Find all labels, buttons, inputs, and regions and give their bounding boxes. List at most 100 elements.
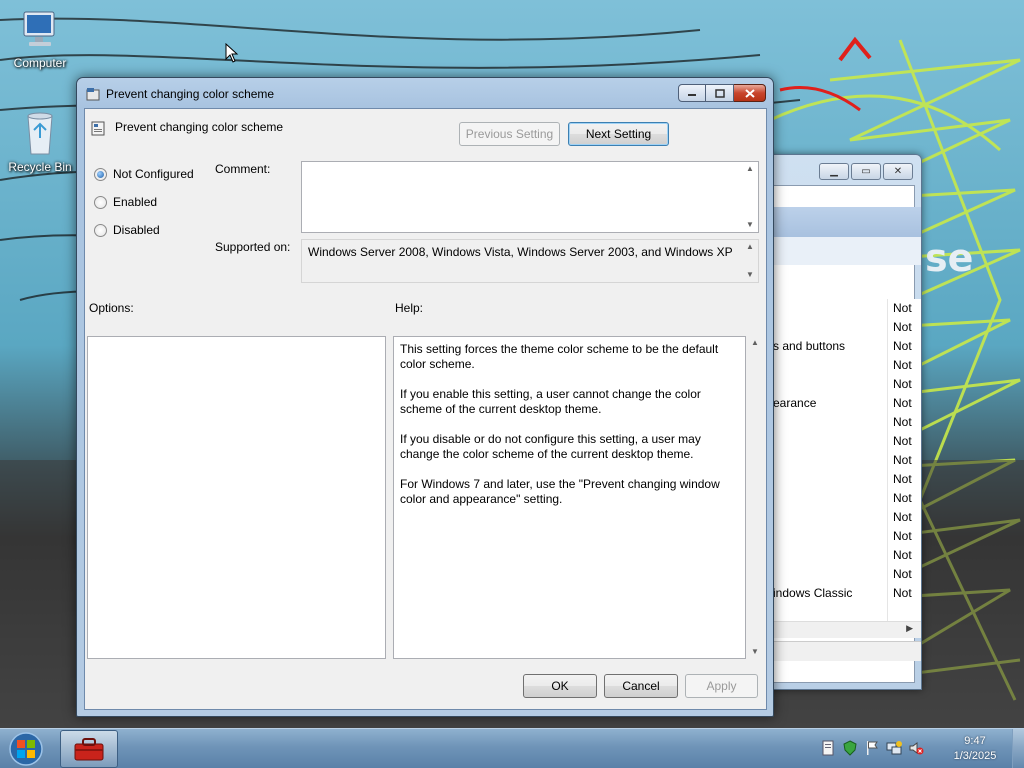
help-paragraph: For Windows 7 and later, use the "Preven… bbox=[400, 477, 720, 506]
ok-button[interactable]: OK bbox=[523, 674, 597, 698]
list-item[interactable]: s and buttons Not bbox=[767, 337, 921, 356]
radio-disabled[interactable]: Disabled bbox=[94, 223, 160, 237]
help-text: This setting forces the theme color sche… bbox=[400, 342, 737, 522]
list-item[interactable]: Not bbox=[767, 356, 921, 375]
radio-label: Not Configured bbox=[113, 167, 194, 181]
clock-time: 9:47 bbox=[964, 735, 986, 747]
list-item[interactable]: Not bbox=[767, 375, 921, 394]
list-item-name: indows Classic bbox=[773, 586, 853, 600]
maximize-button[interactable]: ▭ bbox=[851, 163, 881, 180]
policy-icon bbox=[86, 88, 100, 101]
list-item-state: Not bbox=[893, 548, 912, 562]
close-button[interactable] bbox=[734, 84, 766, 102]
list-item[interactable]: earance Not bbox=[767, 394, 921, 413]
supported-scrollbar[interactable]: ▲ ▼ bbox=[742, 240, 758, 282]
title-bar[interactable]: Prevent changing color scheme bbox=[77, 78, 773, 108]
supported-on-field: Windows Server 2008, Windows Vista, Wind… bbox=[301, 239, 759, 283]
wallpaper-text: se bbox=[925, 236, 974, 280]
document-icon[interactable] bbox=[820, 740, 836, 756]
list-item[interactable]: Not bbox=[767, 318, 921, 337]
list-item-name: s and buttons bbox=[773, 339, 846, 353]
supported-on-label: Supported on: bbox=[215, 240, 291, 254]
scroll-down-icon[interactable]: ▼ bbox=[742, 268, 758, 282]
previous-setting-button[interactable]: Previous Setting bbox=[459, 122, 560, 146]
background-window[interactable]: ▁ ▭ ✕ Not Not s and buttons Not Not Not earanc… bbox=[760, 154, 922, 690]
list-item-state: Not bbox=[893, 586, 912, 600]
help-scrollbar[interactable]: ▲ ▼ bbox=[747, 336, 763, 659]
next-setting-button[interactable]: Next Setting bbox=[568, 122, 669, 146]
flag-icon[interactable] bbox=[864, 740, 880, 756]
list-item[interactable]: Not bbox=[767, 451, 921, 470]
radio-enabled[interactable]: Enabled bbox=[94, 195, 157, 209]
list-item[interactable]: Not bbox=[767, 432, 921, 451]
scroll-down-icon[interactable]: ▼ bbox=[747, 645, 763, 659]
list-item[interactable]: Not bbox=[767, 470, 921, 489]
list-item[interactable]: Not bbox=[767, 413, 921, 432]
clock[interactable]: 9:47 1/3/2025 bbox=[940, 734, 1010, 764]
radio-label: Enabled bbox=[113, 195, 158, 209]
taskbar-item-toolbox[interactable] bbox=[60, 730, 118, 768]
radio-not-configured[interactable]: Not Configured bbox=[94, 167, 194, 181]
policy-dialog[interactable]: Prevent changing color scheme Prevent ch… bbox=[76, 77, 774, 717]
list-item-state: Not bbox=[893, 472, 912, 486]
desktop-icon-recycle-bin[interactable]: Recycle Bin bbox=[2, 110, 78, 174]
setting-title: Prevent changing color scheme bbox=[115, 120, 284, 134]
list-item-state: Not bbox=[893, 377, 912, 391]
list-item-state: Not bbox=[893, 320, 912, 334]
list-item-state: Not bbox=[893, 358, 912, 372]
scroll-up-icon[interactable]: ▲ bbox=[747, 336, 763, 350]
clock-date: 1/3/2025 bbox=[953, 750, 997, 762]
list-item-state: Not bbox=[893, 510, 912, 524]
list-item[interactable]: Not bbox=[767, 489, 921, 508]
comment-scrollbar[interactable]: ▲ ▼ bbox=[742, 162, 758, 232]
minimize-button[interactable]: ▁ bbox=[819, 163, 849, 180]
scroll-up-icon[interactable]: ▲ bbox=[742, 162, 758, 176]
scroll-down-icon[interactable]: ▼ bbox=[742, 218, 758, 232]
system-tray bbox=[820, 740, 924, 756]
list-item[interactable]: Not bbox=[767, 546, 921, 565]
cancel-button[interactable]: Cancel bbox=[604, 674, 678, 698]
list-item-name: earance bbox=[773, 396, 817, 410]
supported-on-value: Windows Server 2008, Windows Vista, Wind… bbox=[308, 245, 733, 259]
horizontal-scrollbar[interactable]: ▶ bbox=[767, 621, 921, 638]
list-item-state: Not bbox=[893, 529, 912, 543]
header-strip bbox=[767, 237, 921, 265]
window-title: Prevent changing color scheme bbox=[106, 87, 275, 101]
comment-label: Comment: bbox=[215, 162, 271, 176]
help-paragraph: If you disable or do not configure this … bbox=[400, 432, 701, 461]
computer-icon bbox=[23, 11, 55, 46]
scroll-right-icon[interactable]: ▶ bbox=[906, 623, 913, 634]
minimize-button[interactable] bbox=[678, 84, 706, 102]
list-item[interactable]: indows Classic Not bbox=[767, 584, 921, 603]
volume-muted-icon[interactable] bbox=[908, 740, 924, 756]
options-label: Options: bbox=[89, 301, 134, 315]
show-desktop-button[interactable] bbox=[1012, 729, 1024, 768]
status-bar bbox=[767, 641, 921, 661]
list-item[interactable]: Not bbox=[767, 527, 921, 546]
help-paragraph: If you enable this setting, a user canno… bbox=[400, 387, 701, 416]
list-item[interactable]: Not bbox=[767, 565, 921, 584]
options-panel bbox=[87, 336, 386, 659]
desktop-icon-computer[interactable]: Computer bbox=[2, 8, 78, 70]
network-icon[interactable] bbox=[886, 740, 902, 756]
desktop-icon-label: Computer bbox=[13, 56, 67, 70]
comment-field[interactable]: ▲ ▼ bbox=[301, 161, 759, 233]
close-button[interactable]: ✕ bbox=[883, 163, 913, 180]
shield-icon[interactable] bbox=[842, 740, 858, 756]
list-item-state: Not bbox=[893, 301, 912, 315]
help-panel: This setting forces the theme color sche… bbox=[393, 336, 746, 659]
list-item[interactable]: Not bbox=[767, 299, 921, 318]
settings-list[interactable]: Not Not s and buttons Not Not Not earance Not No… bbox=[767, 299, 921, 629]
scroll-up-icon[interactable]: ▲ bbox=[742, 240, 758, 254]
maximize-button[interactable] bbox=[706, 84, 734, 102]
list-item-state: Not bbox=[893, 415, 912, 429]
list-item-state: Not bbox=[893, 567, 912, 581]
toolbox-icon bbox=[74, 738, 104, 761]
list-item-state: Not bbox=[893, 396, 912, 410]
list-item[interactable]: Not bbox=[767, 508, 921, 527]
apply-button[interactable]: Apply bbox=[685, 674, 758, 698]
list-item-state: Not bbox=[893, 491, 912, 505]
start-button[interactable] bbox=[6, 730, 46, 768]
help-paragraph: This setting forces the theme color sche… bbox=[400, 342, 719, 371]
mouse-cursor-icon bbox=[225, 43, 239, 63]
